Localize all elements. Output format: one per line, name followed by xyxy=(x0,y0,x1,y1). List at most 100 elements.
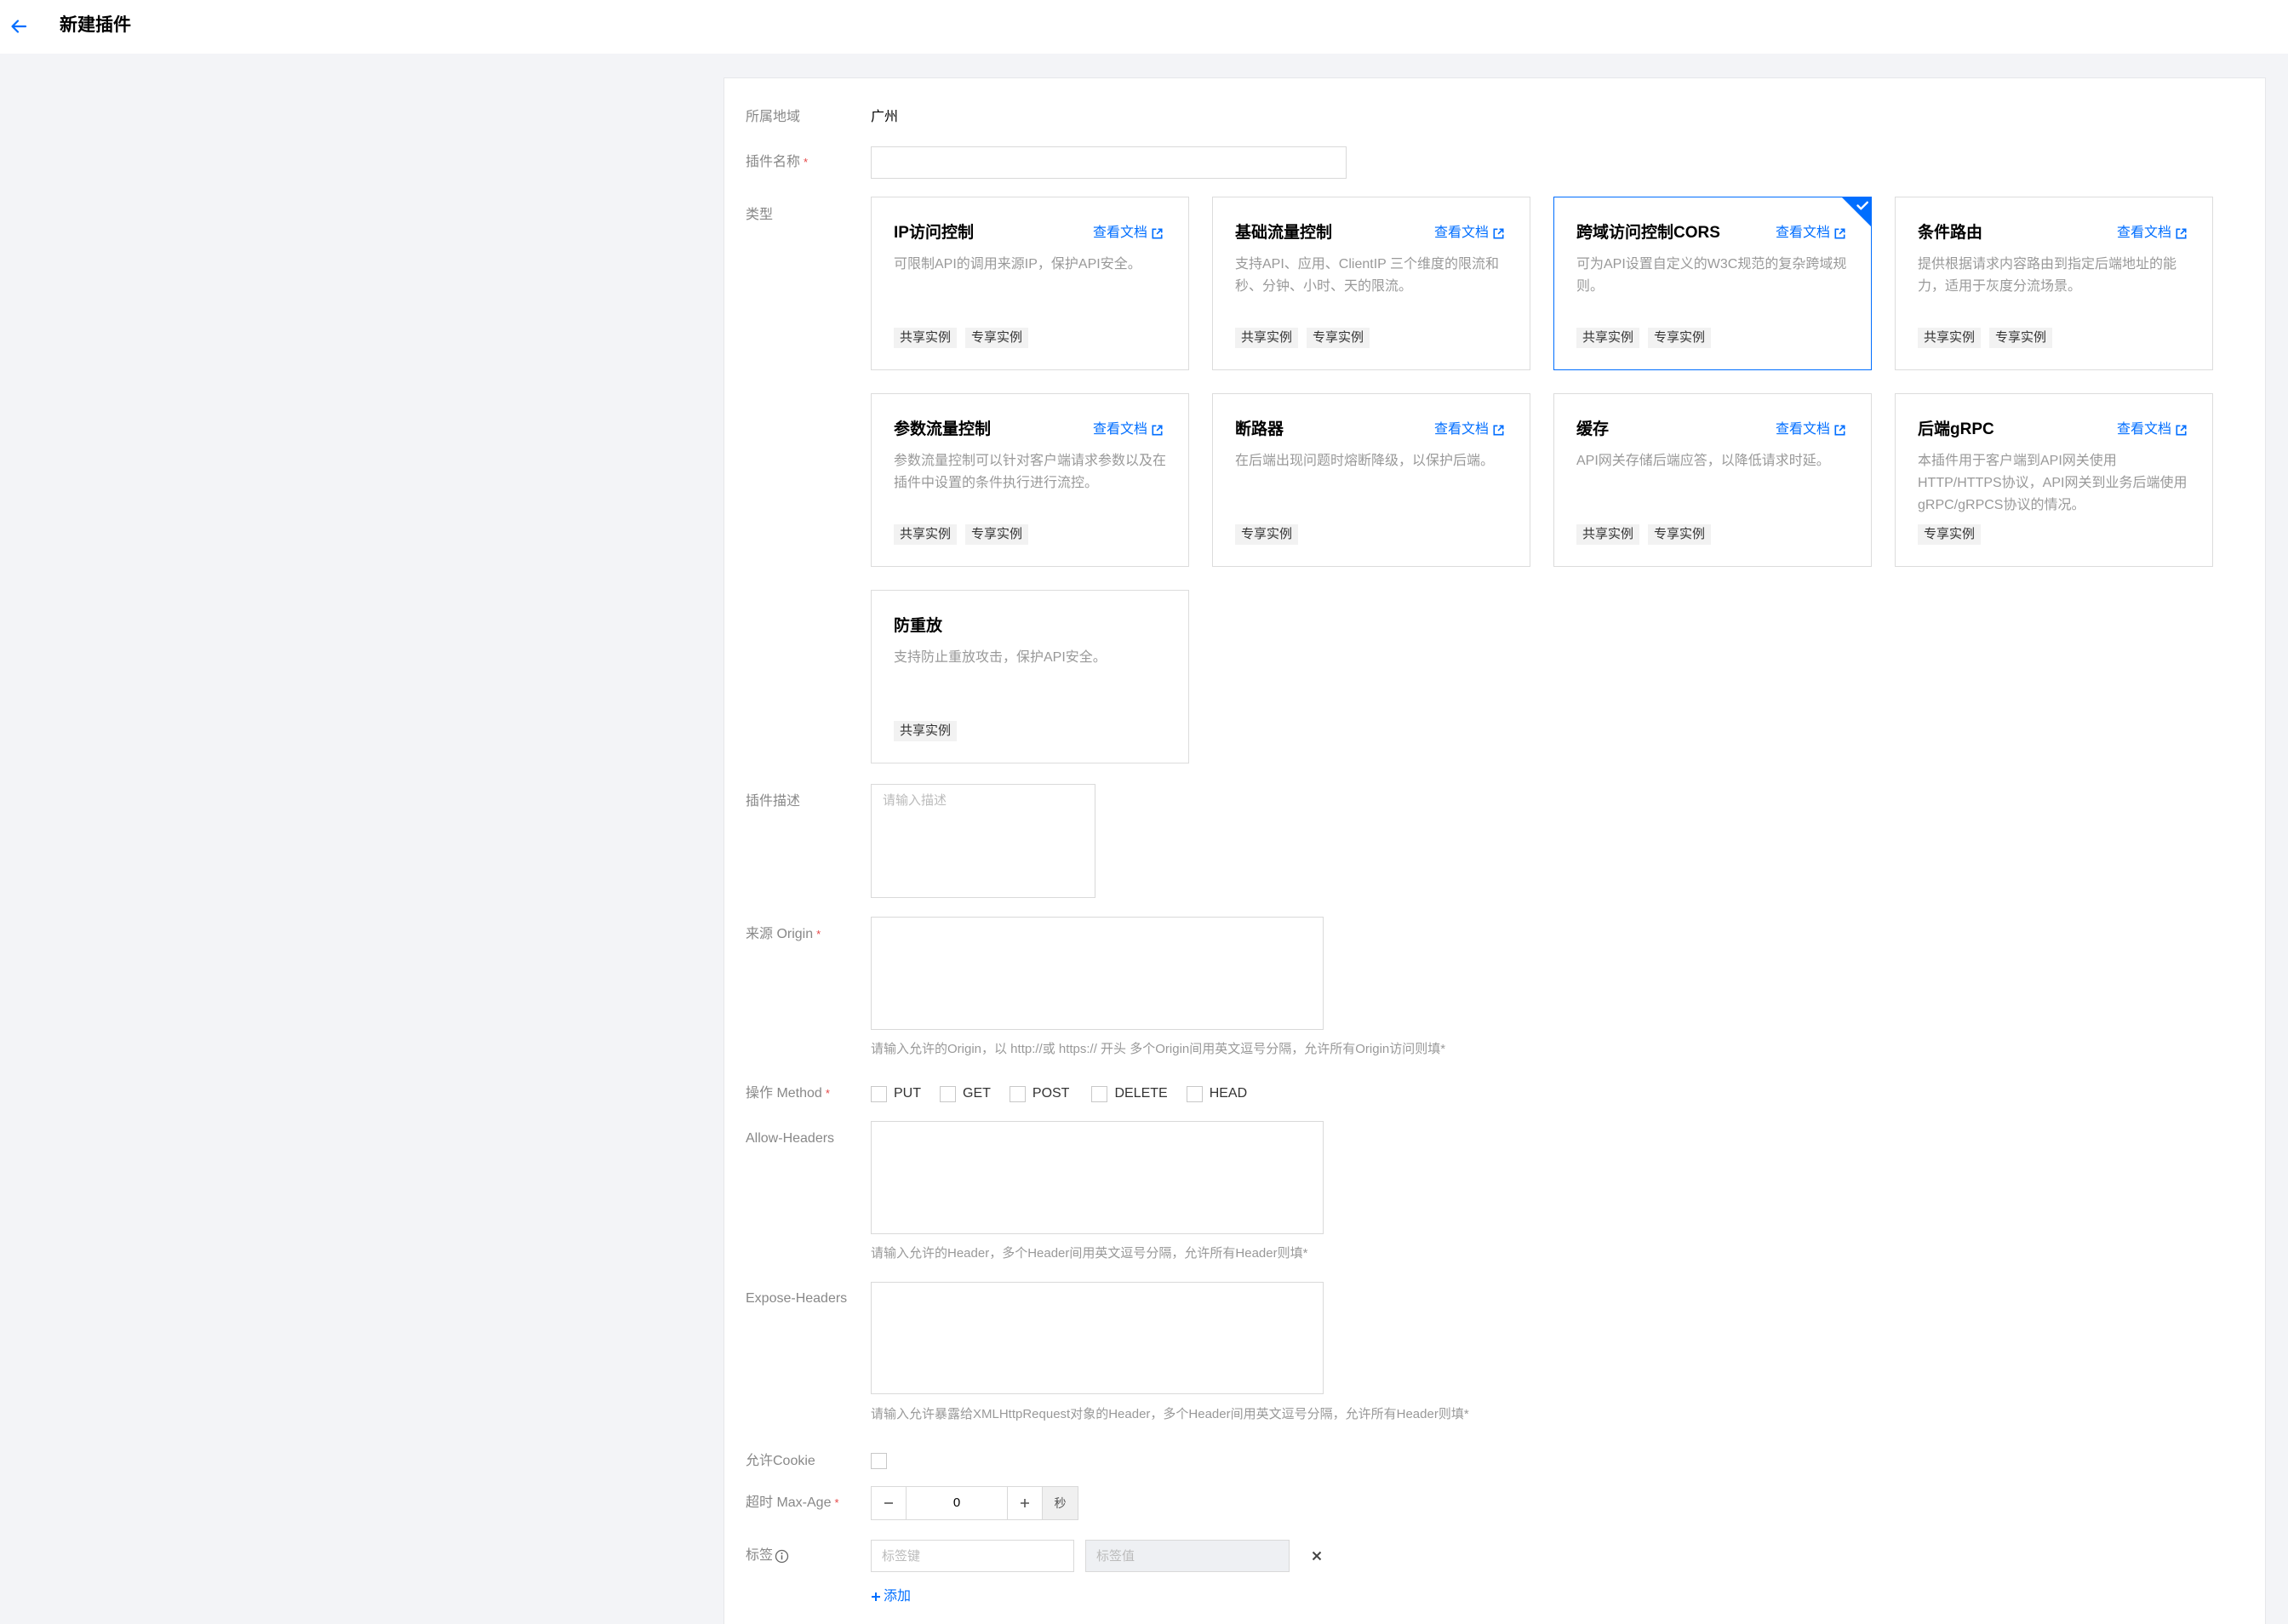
expose-headers-textarea[interactable] xyxy=(871,1282,1324,1394)
doc-link[interactable]: 查看文档 xyxy=(1093,420,1163,440)
description-textarea[interactable] xyxy=(871,784,1095,898)
allow-cookie-checkbox[interactable] xyxy=(871,1453,887,1469)
info-icon[interactable] xyxy=(775,1549,789,1564)
instance-tag: 共享实例 xyxy=(894,328,958,348)
doc-link-label: 查看文档 xyxy=(1775,422,1830,437)
method-label: 操作 Method * xyxy=(746,1084,830,1104)
card-description: 在后端出现问题时熔断降级，以保护后端。 xyxy=(1235,454,1495,468)
method-option-delete[interactable]: DELETE xyxy=(1091,1085,1168,1102)
back-button[interactable] xyxy=(5,13,32,40)
decrement-button[interactable] xyxy=(872,1487,906,1519)
card-title: 缓存 xyxy=(1576,420,1610,438)
plugin-card-param-rate-limit[interactable]: 参数流量控制 查看文档 参数流量控制可以针对客户端请求参数以及在插件中设置的条件… xyxy=(871,393,1189,567)
card-title: 防重放 xyxy=(894,617,943,635)
plugin-name-input[interactable] xyxy=(871,146,1347,179)
plus-icon xyxy=(1021,1499,1029,1507)
description-label-text: 插件描述 xyxy=(746,794,801,809)
plugin-card-conditional-routing[interactable]: 条件路由 查看文档 提供根据请求内容路由到指定后端地址的能力，适用于灰度分流场景… xyxy=(1895,197,2213,370)
minus-icon xyxy=(884,1502,893,1504)
type-label-text: 类型 xyxy=(746,208,774,222)
expose-headers-hint: 请输入允许暴露给XMLHttpRequest对象的Header，多个Header… xyxy=(871,1407,1469,1421)
expose-headers-label: Expose-Headers xyxy=(746,1289,847,1309)
page-title: 新建插件 xyxy=(60,15,131,35)
instance-tag: 专享实例 xyxy=(1918,524,1982,545)
doc-link[interactable]: 查看文档 xyxy=(1776,223,1845,243)
plus-icon xyxy=(871,1592,881,1602)
external-link-icon xyxy=(1152,424,1163,436)
origin-textarea[interactable] xyxy=(871,917,1324,1030)
plugin-card-cache[interactable]: 缓存 查看文档 API网关存储后端应答，以降低请求时延。 共享实例 专享实例 xyxy=(1553,393,1872,567)
description-label: 插件描述 xyxy=(746,792,800,812)
method-option-put[interactable]: PUT xyxy=(871,1085,921,1102)
plugin-card-anti-replay[interactable]: 防重放 支持防止重放攻击，保护API安全。 共享实例 xyxy=(871,590,1189,763)
checkbox[interactable] xyxy=(1186,1085,1203,1102)
external-link-icon xyxy=(2176,424,2187,436)
required-mark: * xyxy=(816,928,821,941)
instance-tag: 共享实例 xyxy=(894,524,958,545)
max-age-label: 超时 Max-Age * xyxy=(746,1493,839,1513)
method-option-post[interactable]: POST xyxy=(1009,1085,1070,1102)
instance-tag: 共享实例 xyxy=(1576,328,1640,348)
doc-link[interactable]: 查看文档 xyxy=(1776,420,1845,440)
checkbox[interactable] xyxy=(1091,1085,1108,1102)
plugin-card-circuit-breaker[interactable]: 断路器 查看文档 在后端出现问题时熔断降级，以保护后端。 专享实例 xyxy=(1212,393,1530,567)
card-tags: 共享实例 专享实例 xyxy=(1576,524,1719,545)
name-label-text: 插件名称 xyxy=(746,155,801,169)
allow-headers-label: Allow-Headers xyxy=(746,1129,834,1149)
instance-tag: 共享实例 xyxy=(1918,328,1982,348)
instance-tag: 共享实例 xyxy=(1235,328,1299,348)
card-description: 支持API、应用、ClientIP 三个维度的限流和秒、分钟、小时、天的限流。 xyxy=(1235,257,1499,294)
required-mark: * xyxy=(834,1496,839,1509)
method-option-label: DELETE xyxy=(1114,1086,1168,1101)
doc-link[interactable]: 查看文档 xyxy=(1093,223,1163,243)
plugin-card-backend-grpc[interactable]: 后端gRPC 查看文档 本插件用于客户端到API网关使用HTTP/HTTPS协议… xyxy=(1895,393,2213,567)
method-option-head[interactable]: HEAD xyxy=(1186,1085,1247,1102)
plugin-card-cors[interactable]: 跨域访问控制CORS 查看文档 可为API设置自定义的W3C规范的复杂跨域规则。… xyxy=(1553,197,1872,370)
doc-link-label: 查看文档 xyxy=(1433,226,1489,240)
card-tags: 共享实例 专享实例 xyxy=(894,524,1037,545)
doc-link[interactable]: 查看文档 xyxy=(1434,223,1504,243)
origin-label-text: 来源 Origin xyxy=(746,927,814,941)
required-mark: * xyxy=(804,156,809,169)
tag-value-input[interactable] xyxy=(1085,1540,1290,1572)
tag-key-input[interactable] xyxy=(871,1540,1074,1572)
instance-tag: 专享实例 xyxy=(965,524,1029,545)
card-description: 可限制API的调用来源IP，保护API安全。 xyxy=(894,257,1141,272)
card-description: 参数流量控制可以针对客户端请求参数以及在插件中设置的条件执行进行流控。 xyxy=(894,454,1167,490)
max-age-value[interactable]: 0 xyxy=(906,1487,1008,1519)
method-options: PUT GET POST DELETE HEAD xyxy=(871,1084,1266,1104)
card-tags: 共享实例 专享实例 xyxy=(894,328,1037,348)
doc-link-label: 查看文档 xyxy=(2116,226,2171,240)
remove-tag-button[interactable] xyxy=(1308,1547,1325,1564)
name-label: 插件名称 * xyxy=(746,152,808,173)
external-link-icon xyxy=(1834,424,1845,436)
doc-link[interactable]: 查看文档 xyxy=(2117,420,2187,440)
instance-tag: 共享实例 xyxy=(894,721,958,741)
method-option-get[interactable]: GET xyxy=(940,1085,991,1102)
check-icon xyxy=(1841,197,1872,227)
increment-button[interactable] xyxy=(1008,1487,1042,1519)
doc-link-label: 查看文档 xyxy=(1433,422,1489,437)
method-option-label: POST xyxy=(1032,1086,1070,1101)
doc-link[interactable]: 查看文档 xyxy=(1434,420,1504,440)
method-option-label: GET xyxy=(963,1086,991,1101)
allow-headers-textarea[interactable] xyxy=(871,1121,1324,1234)
card-tags: 专享实例 xyxy=(1918,524,1989,545)
checkbox[interactable] xyxy=(871,1085,887,1102)
card-description: 可为API设置自定义的W3C规范的复杂跨域规则。 xyxy=(1576,257,1847,294)
doc-link[interactable]: 查看文档 xyxy=(2117,223,2187,243)
close-icon xyxy=(1312,1551,1322,1561)
doc-link-label: 查看文档 xyxy=(2116,422,2171,437)
required-mark: * xyxy=(825,1087,830,1100)
plugin-card-basic-rate-limit[interactable]: 基础流量控制 查看文档 支持API、应用、ClientIP 三个维度的限流和秒、… xyxy=(1212,197,1530,370)
method-option-label: PUT xyxy=(894,1086,921,1101)
max-age-unit: 秒 xyxy=(1042,1487,1078,1519)
checkbox[interactable] xyxy=(1009,1085,1026,1102)
card-title: 条件路由 xyxy=(1918,224,1983,242)
allow-cookie-label: 允许Cookie xyxy=(746,1451,815,1472)
plugin-card-ip-access-control[interactable]: IP访问控制 查看文档 可限制API的调用来源IP，保护API安全。 共享实例 … xyxy=(871,197,1189,370)
card-tags: 共享实例 专享实例 xyxy=(1235,328,1378,348)
instance-tag: 专享实例 xyxy=(1989,328,2053,348)
add-tag-button[interactable]: 添加 xyxy=(871,1587,911,1607)
checkbox[interactable] xyxy=(940,1085,956,1102)
